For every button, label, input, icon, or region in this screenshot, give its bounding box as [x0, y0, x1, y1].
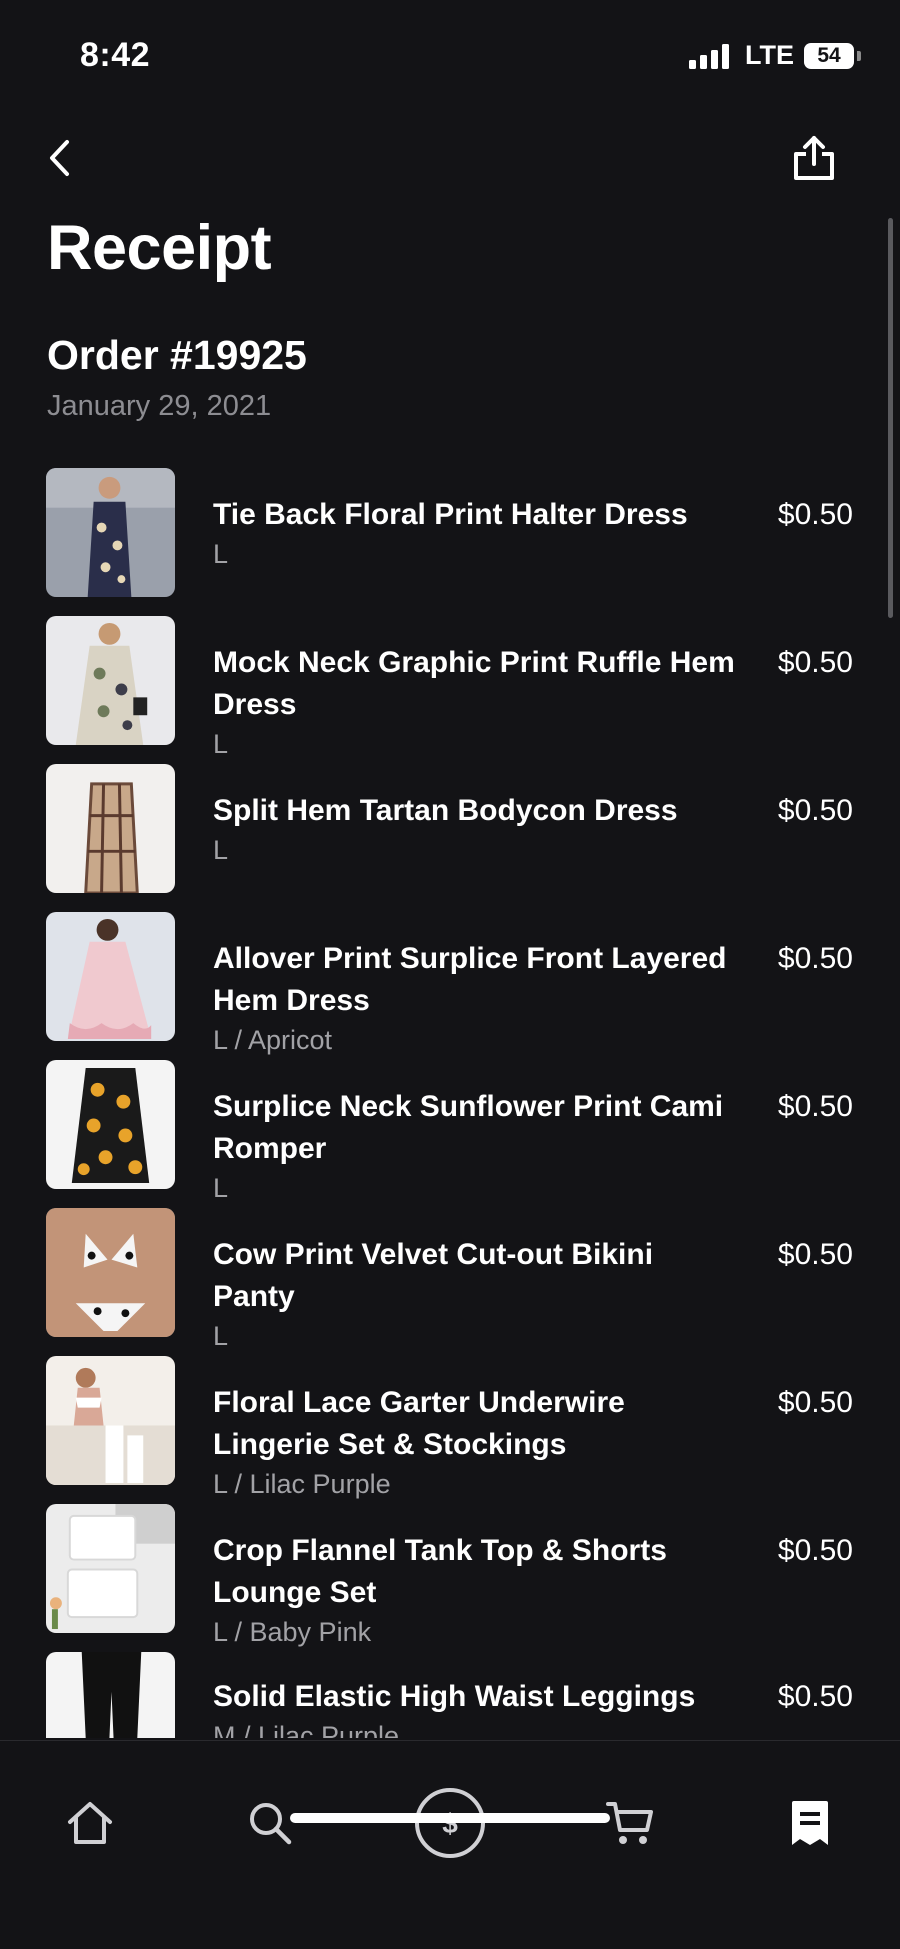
product-thumbnail — [46, 616, 175, 745]
tab-bar: $ — [0, 1740, 900, 1949]
home-icon — [68, 1802, 112, 1844]
item-name: Solid Elastic High Waist Leggings M / Li… — [213, 1676, 743, 1738]
order-item[interactable]: Allover Print Surplice Front Layered Hem… — [0, 908, 900, 1055]
item-price: $0.50 — [777, 1238, 853, 1271]
product-thumbnail — [46, 1652, 175, 1738]
order-item[interactable]: Solid Elastic High Waist Leggings M / Li… — [0, 1648, 900, 1738]
item-price: $0.50 — [777, 1534, 853, 1567]
status-time: 8:42 — [80, 36, 151, 74]
tab-search[interactable] — [230, 1783, 310, 1863]
item-variant: L — [213, 539, 229, 569]
item-name: Crop Flannel Tank Top & Shorts Lounge Se… — [213, 1530, 743, 1650]
item-variant: L / Lilac Purple — [213, 1469, 391, 1499]
order-number: Order #19925 — [47, 332, 307, 378]
item-price: $0.50 — [777, 646, 853, 679]
order-items-list: Tie Back Floral Print Halter Dress L $0.… — [0, 460, 900, 1738]
tab-cart[interactable] — [590, 1783, 670, 1863]
back-button[interactable] — [40, 134, 80, 182]
tab-receipts[interactable] — [770, 1783, 850, 1863]
item-price: $0.50 — [777, 942, 853, 975]
product-thumbnail — [46, 1060, 175, 1189]
dollar-circle-icon: $ — [415, 1788, 485, 1858]
item-price: $0.50 — [777, 1680, 853, 1713]
item-price: $0.50 — [777, 794, 853, 827]
product-thumbnail — [46, 468, 175, 597]
share-icon — [794, 136, 834, 180]
status-indicators: LTE 54 — [689, 40, 861, 71]
order-item[interactable]: Floral Lace Garter Underwire Lingerie Se… — [0, 1352, 900, 1499]
tab-cash[interactable]: $ — [410, 1783, 490, 1863]
battery-level: 54 — [817, 43, 841, 67]
status-bar: 8:42 LTE 54 — [0, 0, 900, 110]
order-item[interactable]: Cow Print Velvet Cut-out Bikini Panty L … — [0, 1204, 900, 1351]
item-name: Mock Neck Graphic Print Ruffle Hem Dress… — [213, 642, 743, 762]
home-indicator[interactable] — [290, 1813, 610, 1823]
product-thumbnail — [46, 764, 175, 893]
product-thumbnail — [46, 1208, 175, 1337]
battery-icon: 54 — [804, 42, 861, 69]
item-variant: M / Lilac Purple — [213, 1721, 400, 1738]
share-button[interactable] — [788, 132, 840, 184]
item-name: Allover Print Surplice Front Layered Hem… — [213, 938, 743, 1058]
item-price: $0.50 — [777, 1090, 853, 1123]
signal-icon — [689, 43, 729, 69]
item-price: $0.50 — [777, 498, 853, 531]
chevron-left-icon — [50, 140, 69, 176]
item-price: $0.50 — [777, 1386, 853, 1419]
cart-icon — [606, 1802, 653, 1844]
search-icon — [250, 1803, 292, 1845]
order-item[interactable]: Split Hem Tartan Bodycon Dress L $0.50 — [0, 760, 900, 893]
network-label: LTE — [745, 40, 794, 70]
item-variant: L / Apricot — [213, 1025, 333, 1055]
item-name: Split Hem Tartan Bodycon Dress L — [213, 790, 743, 868]
item-name: Cow Print Velvet Cut-out Bikini Panty L — [213, 1234, 743, 1354]
order-item[interactable]: Tie Back Floral Print Halter Dress L $0.… — [0, 464, 900, 597]
item-variant: L — [213, 729, 229, 759]
order-item[interactable]: Surplice Neck Sunflower Print Cami Rompe… — [0, 1056, 900, 1203]
item-variant: L — [213, 1321, 229, 1351]
item-variant: L — [213, 1173, 229, 1203]
item-name: Surplice Neck Sunflower Print Cami Rompe… — [213, 1086, 743, 1206]
item-name: Tie Back Floral Print Halter Dress L — [213, 494, 743, 572]
product-thumbnail — [46, 1504, 175, 1633]
page-title: Receipt — [47, 213, 272, 283]
order-date: January 29, 2021 — [47, 390, 272, 422]
item-variant: L — [213, 835, 229, 865]
product-thumbnail — [46, 912, 175, 1041]
item-name: Floral Lace Garter Underwire Lingerie Se… — [213, 1382, 743, 1502]
receipt-icon — [792, 1801, 828, 1845]
item-variant: L / Baby Pink — [213, 1617, 372, 1647]
product-thumbnail — [46, 1356, 175, 1485]
order-item[interactable]: Crop Flannel Tank Top & Shorts Lounge Se… — [0, 1500, 900, 1647]
tab-home[interactable] — [50, 1783, 130, 1863]
order-item[interactable]: Mock Neck Graphic Print Ruffle Hem Dress… — [0, 612, 900, 759]
